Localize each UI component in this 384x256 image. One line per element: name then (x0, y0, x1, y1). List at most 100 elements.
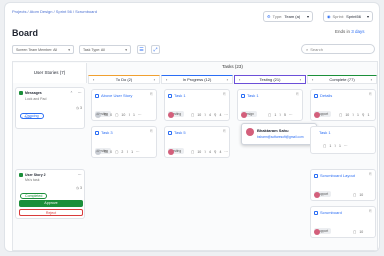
meta-value: 4 (219, 150, 222, 154)
meta-value: 10 (121, 113, 126, 117)
comment-icon: ▢ (339, 113, 343, 117)
meta-value: 1 (131, 150, 134, 154)
column-testing[interactable]: ‹ Testing (21) › (234, 75, 306, 84)
add-task-link[interactable]: + Task (21, 116, 31, 120)
task-card[interactable]: Scrumboard Layout ⎘ Support ▢ 10 (310, 169, 376, 201)
user-story-card[interactable]: Messages Lock and Pad Ongoing + Task ⌃ ⋯… (15, 87, 85, 129)
copy-icon[interactable]: ⎘ (369, 209, 372, 213)
task-card[interactable]: Task 5 ⎘ Testing ▢ 10 ⌇ 4 ⚲ 4 ⋯ (164, 126, 230, 158)
task-title-row: Task 1 (319, 130, 331, 135)
tasks-header: Tasks (23) (222, 64, 243, 69)
clock-icon: ◷ (76, 106, 80, 110)
task-card[interactable]: Task 3 ⎘ Testing AV ☰ 0 ▢ 2 ⌇ 1 ⋯ (91, 126, 157, 158)
avatar[interactable] (314, 192, 320, 198)
task-checkbox-icon (241, 93, 245, 98)
attach-icon: ⌇ (128, 113, 131, 117)
story-count: ◷ 3 (76, 186, 82, 190)
copy-icon[interactable]: ⎘ (150, 129, 153, 133)
task-title[interactable]: Scrumboard (320, 210, 342, 215)
task-meta: ▢ 10 (314, 192, 363, 198)
board-window: Projects / Atom Design / Sprint 56 / Scr… (4, 2, 380, 252)
meta-value: 4 (208, 150, 211, 154)
comment-icon: ▢ (115, 113, 119, 117)
tooltip-email[interactable]: bsharm@softaresoft@gmail.com (257, 135, 304, 139)
task-title[interactable]: Scrumboard Layout (320, 173, 355, 178)
more-icon[interactable]: ⋯ (138, 113, 142, 117)
reject-button[interactable]: Reject (19, 209, 83, 216)
more-icon[interactable]: ⋯ (224, 113, 228, 117)
task-title[interactable]: Task 1 (319, 130, 331, 135)
task-title[interactable]: Above User Story (101, 93, 132, 98)
task-card[interactable]: Above User Story ⎘ Testing AV ☰ 0 ▢ 10 ⌇ 1 … (91, 89, 157, 121)
clock-icon: ◷ (76, 186, 80, 190)
sprint-filter-value: Sprint56 (346, 14, 361, 19)
story-subtitle: Lock and Pad (25, 97, 47, 101)
task-meta: AV ☰ 0 ▢ 10 ⌇ 1 ⋯ (95, 112, 141, 118)
avatar[interactable] (241, 112, 247, 118)
column-todo[interactable]: ‹ To Do (2) › (88, 75, 160, 84)
more-icon[interactable]: ⋯ (289, 113, 293, 117)
task-title[interactable]: Details (320, 93, 332, 98)
more-icon[interactable]: ⋯ (224, 150, 228, 154)
copy-icon[interactable]: ⎘ (369, 92, 372, 96)
user-story-card[interactable]: User Story 2 Ms's task Completed ⋯ ◷ 3 A… (15, 169, 85, 219)
filter-button[interactable]: ☰ (137, 45, 146, 54)
attach-icon: ⌇ (126, 150, 129, 154)
search-input[interactable]: ⌕ Search (301, 44, 375, 54)
sprint-filter[interactable]: ◉ Sprint: Sprint56 ▾ (323, 11, 373, 22)
copy-icon[interactable]: ⎘ (223, 129, 226, 133)
chevron-down-icon: ▾ (125, 47, 127, 52)
chevron-left-icon: ‹ (166, 77, 168, 82)
story-title[interactable]: User Story 2 (25, 173, 46, 177)
task-title[interactable]: Task 5 (174, 130, 186, 135)
avatar[interactable]: AV (95, 112, 101, 118)
expand-button[interactable]: ⤢ (151, 45, 160, 54)
ends-value: 3 days (351, 29, 365, 34)
task-card[interactable]: Task 1 ▢ 1 ⌇ 1 ⋯ (310, 126, 376, 154)
chevron-right-icon: › (153, 77, 155, 82)
column-inprogress-label: In Progress (12) (182, 77, 212, 82)
team-member-select[interactable]: Screen Team Member: All ▾ (12, 45, 74, 54)
column-inprogress[interactable]: ‹ In Progress (12) › (161, 75, 233, 84)
team-member-value: Screen Team Member: All (16, 47, 58, 52)
task-card[interactable]: Details ⎘ Support ▢ 10 ⌇ 1 ⚲ 1 (310, 89, 376, 121)
page-title: Board (12, 28, 39, 38)
task-card[interactable]: Task 1 ⎘ Design ▢ 1 ⌇ 5 ⋯ (237, 89, 303, 121)
meta-value: 1 (274, 113, 277, 117)
collapse-icon[interactable]: ⌃ (70, 91, 73, 95)
avatar[interactable]: AV (95, 149, 101, 155)
chevron-down-icon: ▾ (366, 14, 369, 19)
copy-icon[interactable]: ⎘ (369, 172, 372, 176)
task-meta: ▢ 10 (314, 229, 363, 235)
copy-icon[interactable]: ⎘ (223, 92, 226, 96)
meta-value: 2 (121, 150, 124, 154)
expand-icon: ⤢ (153, 46, 158, 53)
story-icon (19, 173, 23, 177)
more-icon[interactable]: ⋯ (78, 91, 82, 95)
avatar[interactable] (168, 112, 174, 118)
copy-icon[interactable]: ⎘ (296, 92, 299, 96)
more-icon[interactable]: ⋯ (344, 144, 348, 148)
task-title[interactable]: Task 1 (247, 93, 259, 98)
meta-value: 10 (345, 113, 350, 117)
task-card[interactable]: Task 1 ⎘ Testing ▢ 10 ⌇ 4 ⚲ 4 ⋯ (164, 89, 230, 121)
breadcrumb[interactable]: Projects / Atom Design / Sprint 56 / Scr… (12, 9, 97, 14)
avatar[interactable] (314, 112, 320, 118)
approve-button[interactable]: Approve (19, 200, 83, 207)
task-title[interactable]: Task 3 (101, 130, 113, 135)
status-badge: Completed (20, 193, 48, 199)
more-icon[interactable]: ⋯ (78, 173, 82, 177)
more-icon[interactable]: ⋯ (136, 150, 140, 154)
copy-icon[interactable]: ⎘ (150, 92, 153, 96)
task-title[interactable]: Task 1 (174, 93, 186, 98)
avatar[interactable] (314, 229, 320, 235)
story-icon (19, 91, 23, 95)
meta-value: 10 (359, 230, 364, 234)
type-filter[interactable]: ⚙ Type: Team (a) ▾ (263, 11, 313, 22)
column-complete[interactable]: ‹ Complete (77) › (307, 75, 377, 84)
avatar[interactable] (168, 149, 174, 155)
task-card[interactable]: Scrumboard ⎘ Support ▢ 10 (310, 206, 376, 238)
task-type-select[interactable]: Task Type: All ▾ (79, 45, 131, 54)
story-title[interactable]: Messages (25, 91, 42, 95)
story-count-value: 3 (80, 186, 82, 190)
